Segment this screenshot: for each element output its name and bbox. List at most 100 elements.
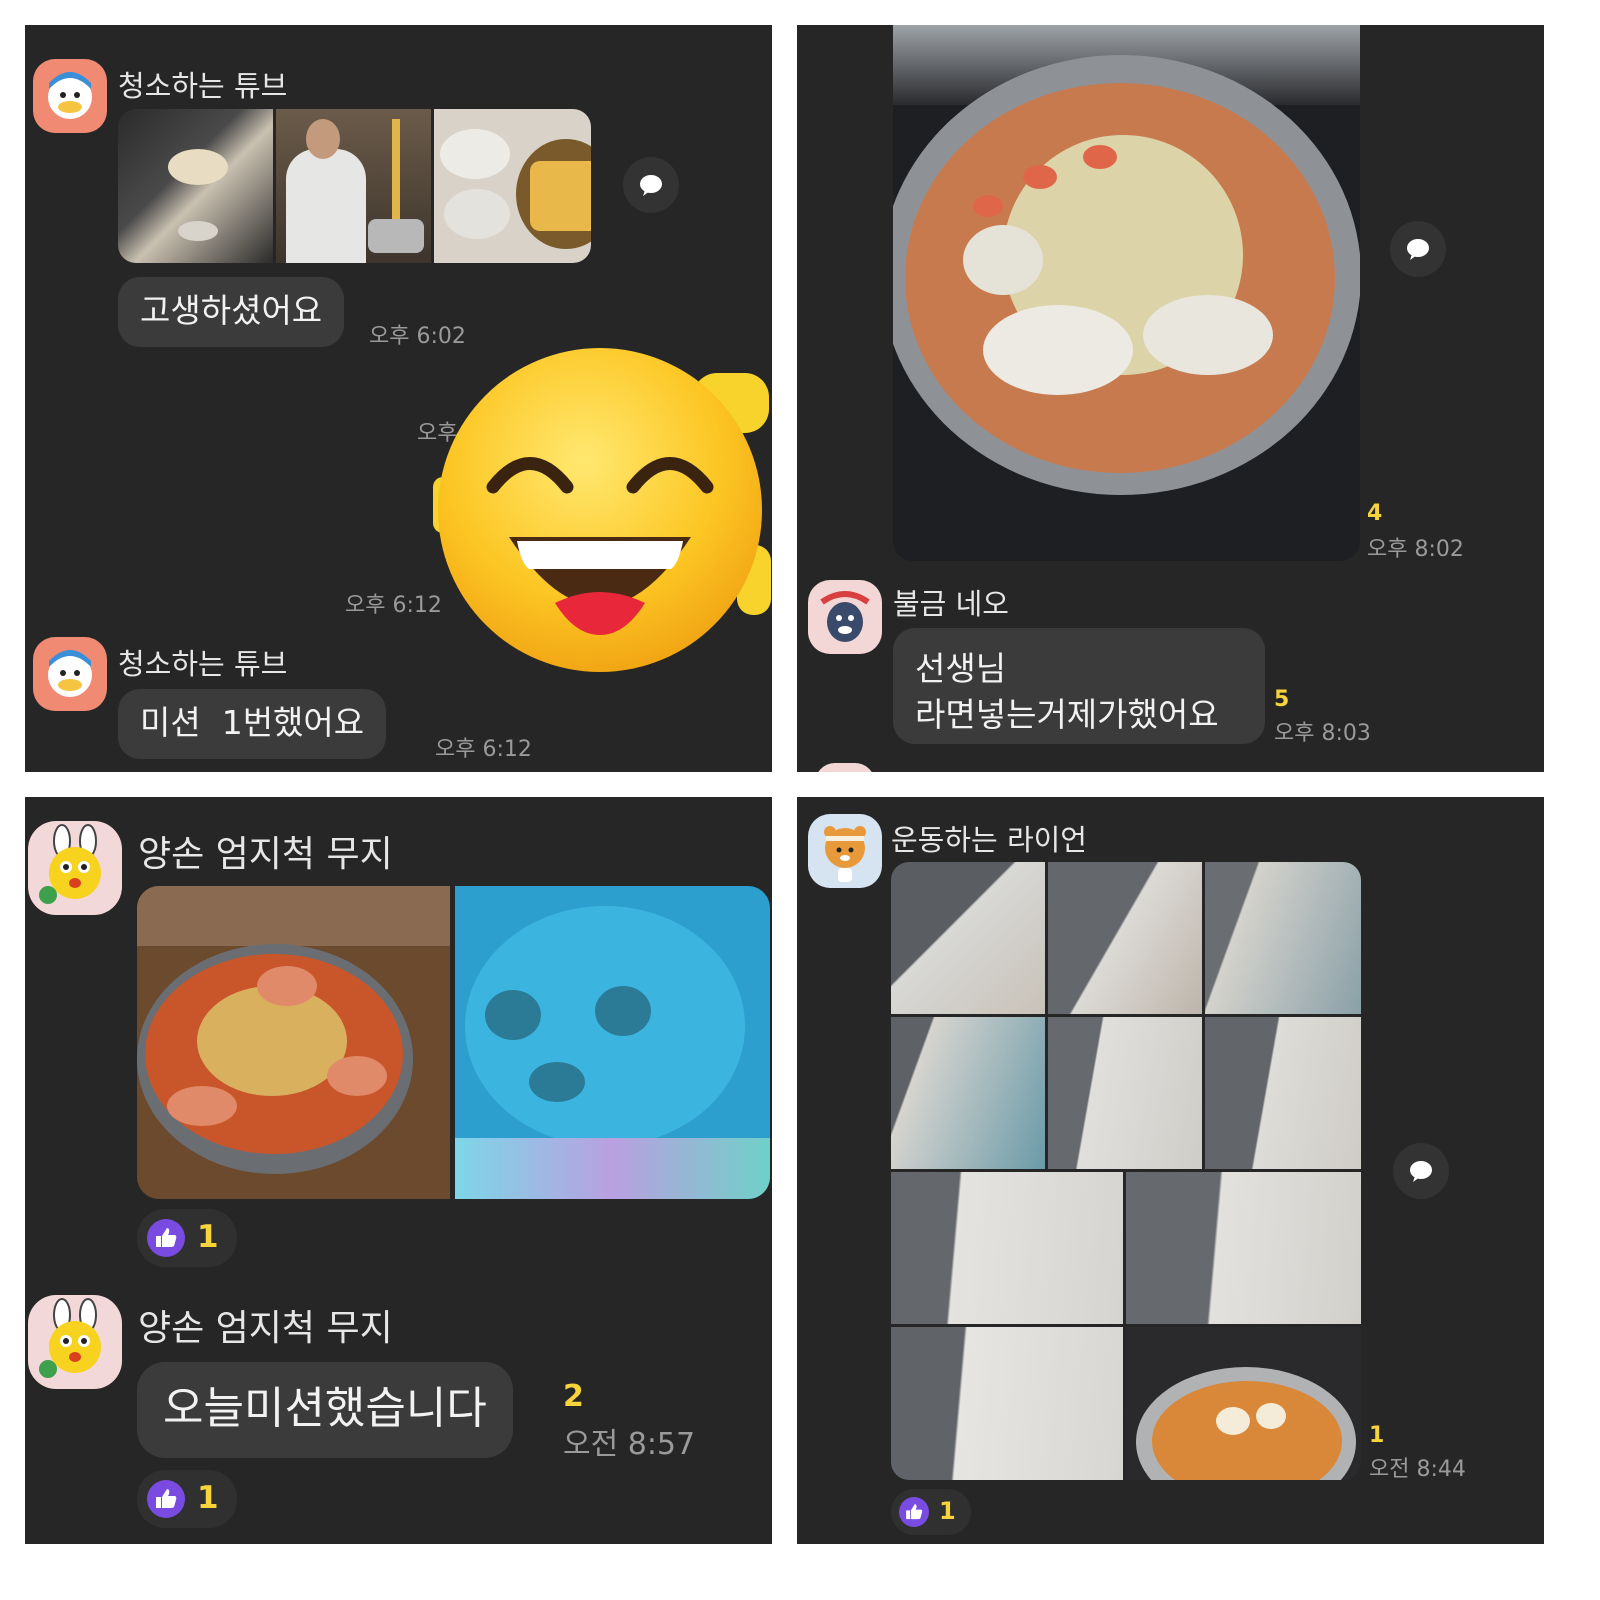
reaction-chip[interactable]: 1 (137, 1470, 237, 1528)
photo-detail (595, 986, 651, 1036)
reaction-badge (147, 1219, 185, 1257)
reaction-count: 1 (197, 1219, 219, 1255)
speech-bubble-icon (1407, 239, 1429, 260)
avatar-ryan[interactable] (808, 814, 882, 888)
photo-ramen-sausage-bowl[interactable] (137, 886, 450, 1199)
message-bubble[interactable]: 오늘미션했습니다 (137, 1362, 513, 1458)
photo-tile[interactable] (1205, 1017, 1361, 1169)
photo-detail (1143, 295, 1273, 375)
chat-panel-top-left: 청소하는 튜브 고생하셨어요 오후 6:02 오후 오후 6:12 청소하는 튜… (25, 25, 772, 772)
message-time: 오후 6:12 (435, 737, 532, 762)
photo-detail (286, 149, 366, 263)
unread-count: 5 (1274, 687, 1290, 712)
share-button[interactable] (623, 157, 679, 213)
photo-detail (392, 119, 400, 229)
reaction-badge (147, 1480, 185, 1518)
avatar-tube[interactable] (33, 637, 107, 711)
photo-microwave-dumpling[interactable] (118, 109, 273, 263)
photo-detail (1083, 145, 1117, 169)
photo-detail (455, 1138, 770, 1199)
sender-name: 양손 엄지척 무지 (138, 834, 393, 875)
message-time: 오후 8:03 (1274, 721, 1371, 746)
muzi-character-icon (39, 1298, 101, 1378)
message-time: 오전 8:57 (563, 1427, 696, 1462)
photo-detail (1023, 165, 1057, 189)
unread-count: 2 (563, 1379, 584, 1414)
photo-tile[interactable] (1126, 1327, 1361, 1480)
reaction-chip[interactable]: 1 (137, 1209, 237, 1267)
sender-name: 불금 네오 (893, 587, 1009, 621)
photo-tile[interactable] (1126, 1172, 1361, 1324)
chat-panel-top-right: 4 오후 8:02 불금 네오 선생님 라면넣는거제가했어요 5 오후 8:03 (797, 25, 1544, 772)
photo-tile[interactable] (891, 1172, 1123, 1324)
sender-name: 청소하는 튜브 (118, 647, 288, 681)
photo-tile[interactable] (1048, 1017, 1202, 1169)
photo-detail (168, 149, 228, 185)
photo-detail (257, 966, 317, 1006)
photo-tile[interactable] (891, 1017, 1045, 1169)
avatar-partial (815, 763, 875, 772)
speech-bubble-icon (1410, 1161, 1432, 1182)
sender-name: 운동하는 라이언 (891, 823, 1087, 857)
photo-detail (1256, 1403, 1286, 1429)
neo-character-icon (820, 591, 870, 642)
photo-dumplings-ramen[interactable] (434, 109, 591, 263)
message-line: 선생님 (915, 649, 1007, 688)
reaction-chip[interactable]: 1 (891, 1489, 971, 1535)
unread-count: 4 (1367, 501, 1383, 526)
sender-name: 양손 엄지척 무지 (138, 1308, 393, 1349)
ryan-character-icon (824, 826, 866, 882)
photo-detail (167, 1086, 237, 1126)
photo-detail (440, 129, 510, 179)
photo-detail (530, 161, 591, 231)
tube-character-icon (48, 72, 92, 119)
reaction-badge (899, 1497, 929, 1527)
photo-detail (178, 221, 218, 241)
unread-count: 1 (1369, 1423, 1385, 1448)
photo-detail (983, 305, 1133, 395)
message-time: 오후 6:12 (345, 593, 442, 618)
photo-detail (485, 990, 541, 1040)
avatar-neo[interactable] (808, 580, 882, 654)
photo-tile[interactable] (891, 1327, 1123, 1480)
chat-panel-bottom-left: 양손 엄지척 무지 1 양손 엄지척 무지 오늘미션했습니다 2 오전 8:57… (25, 797, 772, 1544)
thumbs-up-icon (156, 1489, 177, 1508)
photo-man-cooking-noodles[interactable] (276, 109, 431, 263)
thumbs-up-icon (156, 1228, 177, 1247)
reaction-count: 1 (939, 1497, 956, 1525)
photo-detail (368, 219, 424, 253)
photo-ramen-pot[interactable] (893, 25, 1360, 561)
tube-character-icon (48, 650, 92, 697)
chat-panel-bottom-right: 운동하는 라이언 1 오전 8:44 1 (797, 797, 1544, 1544)
photo-detail (529, 1062, 585, 1102)
thumbs-up-icon (906, 1504, 923, 1520)
message-line: 라면넣는거제가했어요 (915, 695, 1219, 734)
photo-tile[interactable] (1205, 862, 1361, 1014)
photo-detail (1216, 1407, 1250, 1435)
message-bubble[interactable]: 고생하셨어요 (118, 277, 345, 347)
laughing-face-emoji (438, 348, 762, 672)
photo-detail (306, 119, 340, 159)
photo-detail (327, 1056, 387, 1096)
photo-detail (444, 189, 510, 239)
share-button[interactable] (1390, 221, 1446, 277)
photo-blue-cup[interactable] (455, 886, 770, 1199)
speech-bubble-icon (640, 175, 662, 196)
share-button[interactable] (1393, 1143, 1449, 1199)
message-time: 오전 8:44 (1369, 1457, 1466, 1482)
avatar-tube[interactable] (33, 59, 107, 133)
photo-detail (963, 225, 1043, 295)
photo-grid (891, 862, 1361, 1480)
photo-tile[interactable] (1048, 862, 1202, 1014)
muzi-character-icon (39, 824, 101, 904)
photo-detail (973, 195, 1003, 217)
avatar-muzi[interactable] (28, 821, 122, 915)
photo-tile[interactable] (891, 862, 1045, 1014)
avatar-muzi[interactable] (28, 1295, 122, 1389)
photo-detail (137, 886, 450, 946)
reaction-count: 1 (197, 1480, 219, 1516)
message-time: 오후 8:02 (1367, 537, 1464, 562)
message-bubble[interactable]: 선생님 라면넣는거제가했어요 (893, 628, 1265, 744)
message-bubble[interactable]: 미션 1번했어요 (118, 689, 387, 759)
sender-name: 청소하는 튜브 (118, 69, 288, 103)
